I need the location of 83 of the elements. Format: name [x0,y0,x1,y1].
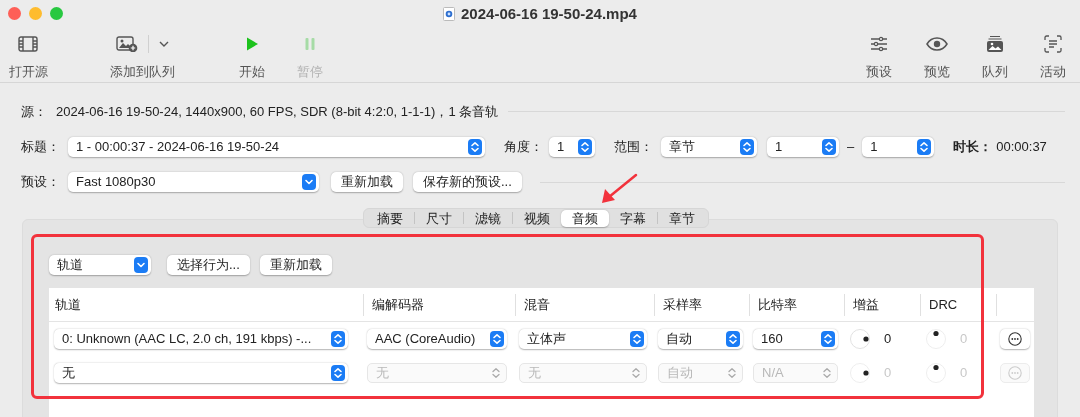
column-header: 采样率 [663,295,702,314]
push-button[interactable]: 重新加载 [259,255,332,275]
stepper-icon [740,139,754,155]
tab[interactable]: 章节 [657,209,706,227]
popup-button[interactable]: 1 [549,137,595,157]
tab[interactable]: 摘要 [365,209,414,227]
tab[interactable]: 视频 [512,209,561,227]
knob-icon[interactable] [850,329,870,349]
window-title: 2024-06-16 19-50-24.mp4 [461,4,637,24]
toolbar-button[interactable]: 预览 [912,34,962,82]
popup-button[interactable]: 立体声 [519,329,647,349]
close-button[interactable] [8,6,21,20]
column-header: DRC [929,295,958,314]
tab[interactable]: 音频 [560,209,609,227]
push-button[interactable]: 保存新的预设... [413,172,522,192]
knob-value: 0 [884,330,892,349]
column-header: 混音 [524,295,550,314]
tab[interactable]: 尺寸 [414,209,463,227]
stepper-icon [821,331,835,347]
push-button[interactable]: 选择行为... [167,255,250,275]
stepper-icon [578,139,592,155]
popup-button[interactable]: 自动 [658,329,743,349]
popup-button[interactable]: 章节 [661,137,757,157]
stepper-icon [331,331,345,347]
field-label: 范围： [614,138,653,157]
popup-button[interactable]: AAC (CoreAudio) [367,329,507,349]
column-header: 增益 [853,295,879,314]
toolbar-button[interactable]: 队列 [970,34,1020,82]
stepper-icon [489,365,503,381]
field-label: 角度： [504,138,543,157]
range-dash: – [847,138,855,157]
tab[interactable]: 滤镜 [463,209,512,227]
field-label: 时长： [953,138,993,157]
field-label: 源： [21,102,48,121]
toolbar-button[interactable]: 添加到队列 [102,34,182,82]
popup-button[interactable]: 无 [54,363,348,383]
toolbar-button[interactable]: 开始 [232,34,272,82]
popup-button[interactable]: 0: Unknown (AAC LC, 2.0 ch, 191 kbps) -... [54,329,348,349]
column-header: 编解码器 [372,295,424,314]
stepper-icon [468,139,482,155]
stepper-icon [917,139,932,155]
ellipsis-icon [1008,366,1022,380]
popup-button[interactable]: 1 - 00:00:37 - 2024-06-16 19-50-24 [68,137,485,157]
knob-icon[interactable] [850,363,870,383]
push-button[interactable]: 重新加载 [331,172,403,192]
chevron-down-icon [158,41,169,47]
stepper-icon [630,331,644,347]
more-button[interactable] [1000,329,1030,349]
popup-button[interactable]: Fast 1080p30 [68,172,319,192]
duration-value: 00:00:37 [996,138,1047,157]
source-info: 2024-06-16 19-50-24, 1440x900, 60 FPS, SDR (8-bit 4:2:0, 1-1-1)，1 条音轨 [56,102,499,121]
chevron-down-icon [134,257,148,273]
column-header: 比特率 [758,295,797,314]
play-icon [244,36,260,52]
popup-button[interactable]: 轨道 [49,255,151,275]
stepper-icon [629,365,643,381]
tab[interactable]: 字幕 [608,209,657,227]
stepper-icon [726,331,740,347]
stepper-icon [490,331,504,347]
toolbar-button[interactable]: 活动 [1028,34,1078,82]
film-icon [18,36,38,52]
knob-icon[interactable] [926,329,946,349]
knob-icon[interactable] [926,363,946,383]
toolbar-button[interactable]: 预设 [854,34,904,82]
eye-icon [926,37,948,51]
ellipsis-icon [1008,332,1022,346]
popup-button[interactable]: 1 [862,137,935,157]
text-scan-icon [1044,35,1062,53]
field-label: 标题： [21,138,61,157]
popup-button[interactable]: 1 [767,137,839,157]
document-icon [443,7,455,22]
sliders-icon [870,36,888,52]
column-header: 轨道 [55,295,81,314]
stepper-icon [331,365,345,381]
add-photo-icon [115,36,138,52]
popup-button[interactable]: 160 [753,329,838,349]
stepper-icon [725,365,739,381]
stepper-icon [822,139,836,155]
chevron-down-icon [302,174,316,190]
stepper-icon [820,365,834,381]
field-label: 预设： [21,173,61,192]
toolbar-button[interactable]: 打开源 [4,34,52,82]
photo-stack-icon [986,35,1004,53]
